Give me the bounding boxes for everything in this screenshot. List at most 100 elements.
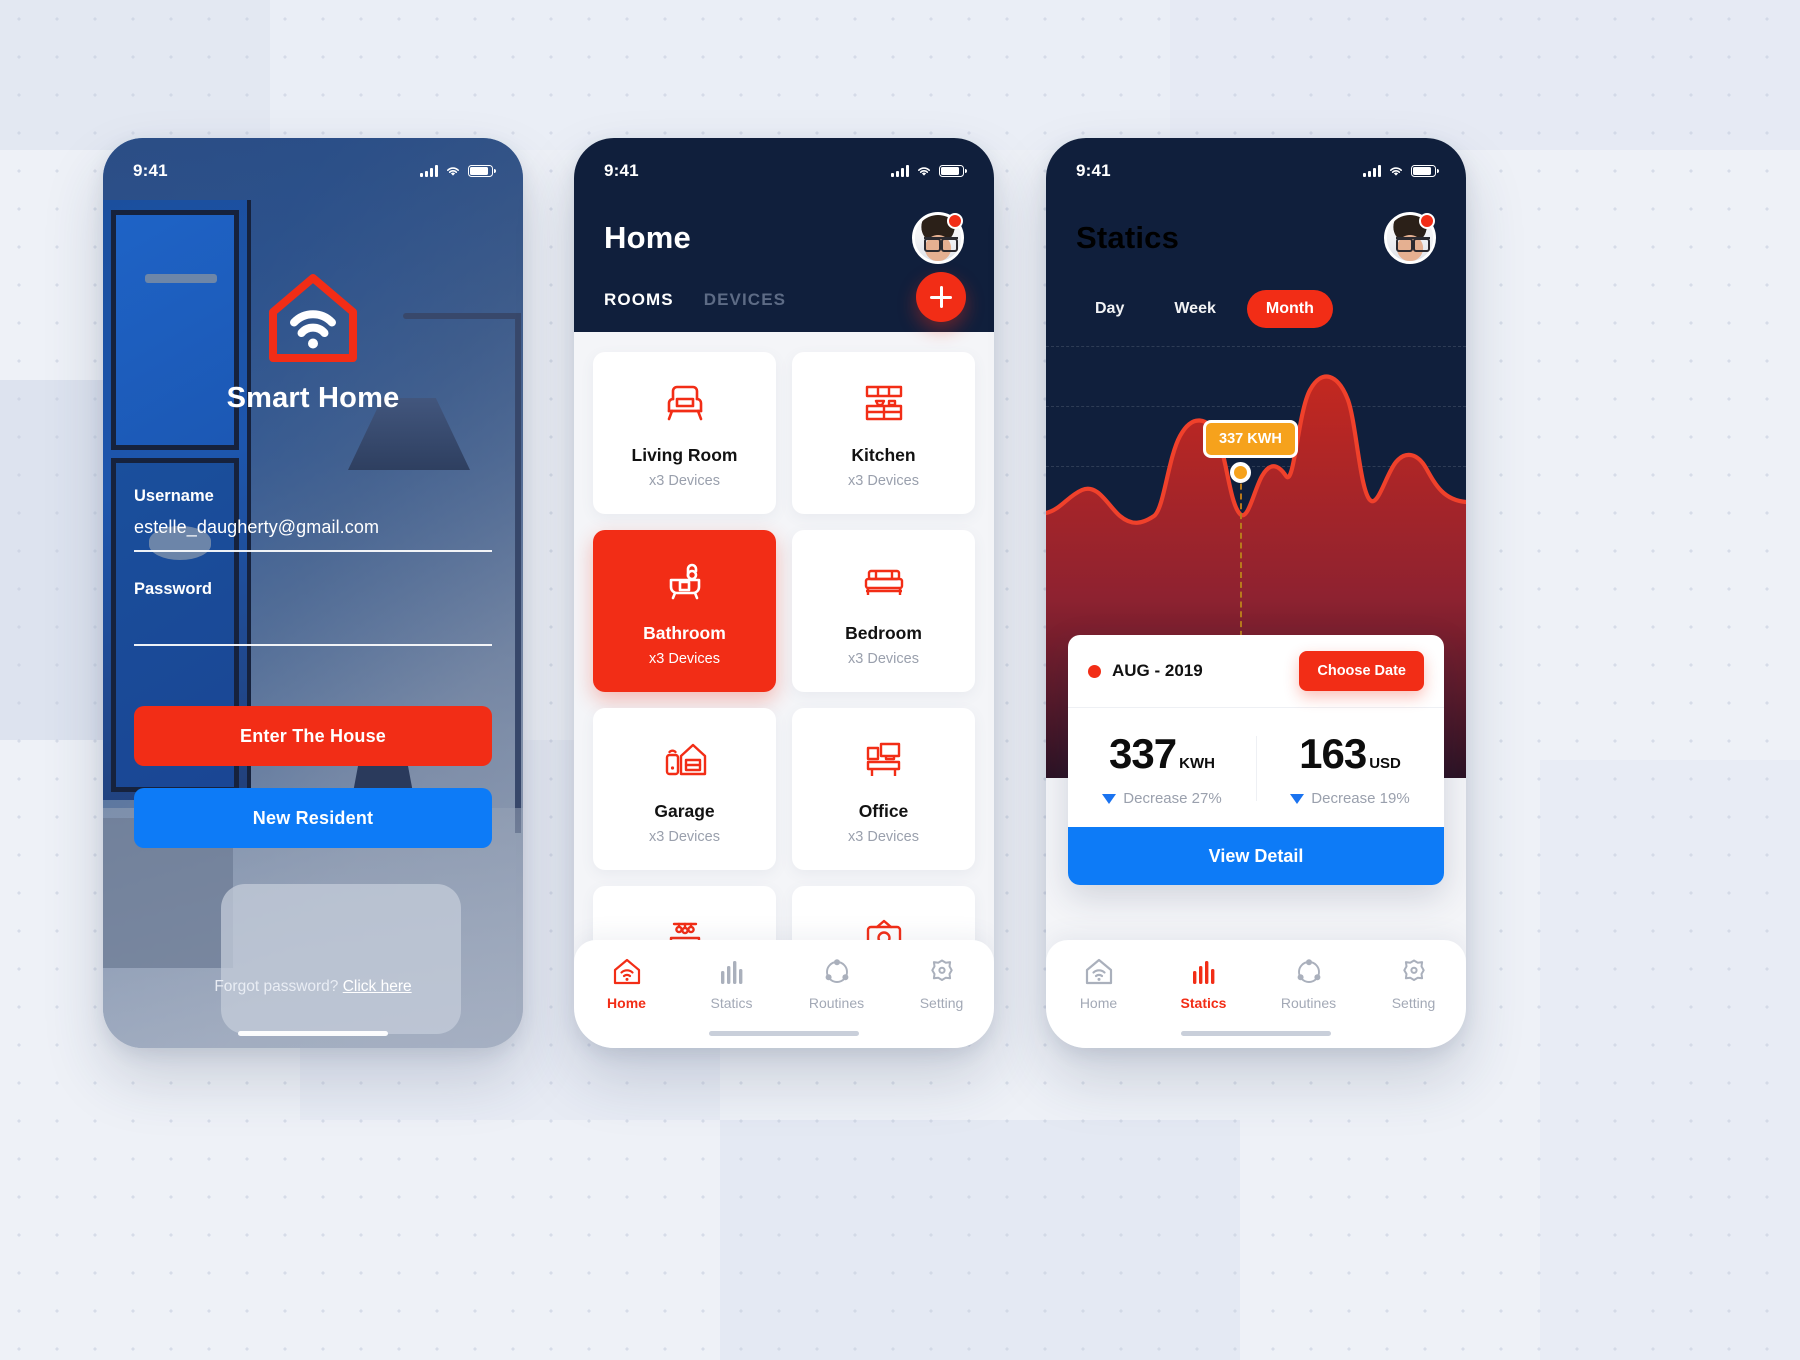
rooms-grid: Living Room x3 Devices Kitchen x3 Device… bbox=[574, 332, 994, 946]
choose-date-button[interactable]: Choose Date bbox=[1299, 651, 1424, 691]
password-field-group: Password bbox=[134, 580, 492, 646]
chart-tooltip: 337 KWH bbox=[1203, 420, 1298, 458]
tab-label: Home bbox=[1079, 995, 1118, 1011]
tab-home[interactable]: Home bbox=[581, 956, 673, 1011]
cellular-bars-icon bbox=[891, 165, 909, 177]
gear-icon bbox=[927, 956, 957, 986]
tab-routines[interactable]: Routines bbox=[1263, 956, 1355, 1011]
room-device-count: x3 Devices bbox=[649, 473, 720, 489]
range-month[interactable]: Month bbox=[1246, 290, 1333, 328]
room-device-count: x3 Devices bbox=[649, 651, 720, 667]
tab-label: Statics bbox=[1180, 995, 1227, 1011]
view-detail-button[interactable]: View Detail bbox=[1068, 827, 1444, 885]
summary-card-header: AUG - 2019 Choose Date bbox=[1068, 635, 1444, 708]
notification-badge bbox=[1419, 213, 1435, 229]
chart-highlight-point[interactable] bbox=[1230, 462, 1251, 483]
room-card-garage[interactable]: Garage x3 Devices bbox=[593, 708, 776, 870]
tab-devices[interactable]: DEVICES bbox=[704, 290, 786, 310]
room-card-kids-room[interactable]: Kids Room x3 Devices bbox=[593, 886, 776, 946]
status-time: 9:41 bbox=[133, 161, 168, 180]
room-name: Living Room bbox=[631, 445, 738, 465]
bottom-tab-bar: Home Statics Routines Setting bbox=[1046, 940, 1466, 1048]
routines-nodes-icon bbox=[1294, 956, 1324, 986]
routines-nodes-icon bbox=[822, 956, 852, 986]
room-card-kitchen[interactable]: Kitchen x3 Devices bbox=[792, 352, 975, 514]
brand-block: Smart Home bbox=[103, 272, 523, 415]
metric-kwh: 337 KWH Decrease 27% bbox=[1068, 730, 1256, 807]
avatar-glasses bbox=[924, 237, 958, 252]
metric-value: 163 bbox=[1299, 730, 1367, 777]
page-title: Home bbox=[604, 220, 691, 255]
room-card-living-room[interactable]: Living Room x3 Devices bbox=[593, 352, 776, 514]
home-indicator bbox=[709, 1031, 859, 1036]
login-screen: 9:41 Smart Home Username estelle_daugher… bbox=[103, 138, 523, 1048]
house-wifi-logo-icon bbox=[263, 272, 363, 366]
forgot-password-text: Forgot password? bbox=[214, 978, 339, 995]
bathtub-icon bbox=[661, 555, 709, 609]
metric-unit: KWH bbox=[1179, 755, 1215, 772]
tab-label: Setting bbox=[919, 995, 964, 1011]
username-input[interactable]: estelle_daugherty@gmail.com bbox=[134, 517, 492, 550]
enter-the-house-button[interactable]: Enter The House bbox=[134, 706, 492, 766]
bed-icon bbox=[859, 555, 909, 609]
user-avatar[interactable] bbox=[1384, 212, 1436, 264]
room-device-count: x3 Devices bbox=[848, 473, 919, 489]
tab-home[interactable]: Home bbox=[1053, 956, 1145, 1011]
metric-unit: USD bbox=[1369, 755, 1401, 772]
statics-summary-card: AUG - 2019 Choose Date 337 KWH Decrease 2… bbox=[1068, 635, 1444, 885]
status-bar: 9:41 bbox=[103, 138, 523, 190]
summary-metrics: 337 KWH Decrease 27% 163 USD Decrease 19% bbox=[1068, 708, 1444, 827]
garage-remote-icon bbox=[659, 733, 711, 787]
tab-label: Setting bbox=[1391, 995, 1436, 1011]
selected-period: AUG - 2019 bbox=[1088, 661, 1203, 681]
room-name: Bedroom bbox=[845, 623, 922, 643]
status-time: 9:41 bbox=[604, 161, 639, 180]
tab-setting[interactable]: Setting bbox=[1368, 956, 1460, 1011]
battery-icon bbox=[939, 165, 967, 177]
tab-rooms[interactable]: ROOMS bbox=[604, 290, 674, 310]
tab-routines[interactable]: Routines bbox=[791, 956, 883, 1011]
gear-icon bbox=[1399, 956, 1429, 986]
room-card-tv-room[interactable]: TV Room x3 Devices bbox=[792, 886, 975, 946]
room-name: Office bbox=[858, 801, 909, 821]
room-device-count: x3 Devices bbox=[848, 651, 919, 667]
room-device-count: x3 Devices bbox=[848, 829, 919, 845]
metric-delta-label: Decrease 27% bbox=[1123, 790, 1222, 807]
range-selector: Day Week Month bbox=[1046, 264, 1466, 328]
house-wifi-icon bbox=[612, 956, 642, 986]
metric-value: 337 bbox=[1109, 730, 1177, 777]
home-screen: 9:41 Home ROOMS DEVICES Living Room x3 D… bbox=[574, 138, 994, 1048]
house-wifi-icon bbox=[1084, 956, 1114, 986]
username-underline bbox=[134, 550, 492, 552]
password-input[interactable] bbox=[134, 610, 492, 644]
room-card-bedroom[interactable]: Bedroom x3 Devices bbox=[792, 530, 975, 692]
cellular-bars-icon bbox=[1363, 165, 1381, 177]
tab-label: Routines bbox=[808, 995, 865, 1011]
status-time: 9:41 bbox=[1076, 161, 1111, 180]
room-name: Kitchen bbox=[851, 445, 916, 465]
room-card-office[interactable]: Office x3 Devices bbox=[792, 708, 975, 870]
battery-icon bbox=[1411, 165, 1439, 177]
period-dot-icon bbox=[1088, 664, 1101, 678]
tab-statics[interactable]: Statics bbox=[1158, 956, 1250, 1011]
login-actions: Enter The House New Resident bbox=[103, 706, 523, 848]
wifi-icon bbox=[918, 167, 930, 176]
room-device-count: x3 Devices bbox=[649, 829, 720, 845]
room-card-bathroom[interactable]: Bathroom x3 Devices bbox=[593, 530, 776, 692]
battery-icon bbox=[468, 165, 496, 177]
login-form: Username estelle_daugherty@gmail.com Pas… bbox=[103, 487, 523, 674]
add-room-button[interactable] bbox=[916, 272, 966, 322]
tab-setting[interactable]: Setting bbox=[896, 956, 988, 1011]
tab-statics[interactable]: Statics bbox=[686, 956, 778, 1011]
range-day[interactable]: Day bbox=[1076, 290, 1143, 328]
password-label: Password bbox=[134, 580, 212, 598]
range-week[interactable]: Week bbox=[1155, 290, 1235, 328]
home-tabs: ROOMS DEVICES bbox=[574, 264, 994, 322]
user-avatar[interactable] bbox=[912, 212, 964, 264]
new-resident-button[interactable]: New Resident bbox=[134, 788, 492, 848]
metric-delta: Decrease 27% bbox=[1068, 790, 1256, 807]
period-label: AUG - 2019 bbox=[1112, 661, 1203, 680]
home-indicator bbox=[1181, 1031, 1331, 1036]
armchair-icon bbox=[660, 377, 710, 431]
forgot-password-link[interactable]: Click here bbox=[343, 978, 412, 995]
